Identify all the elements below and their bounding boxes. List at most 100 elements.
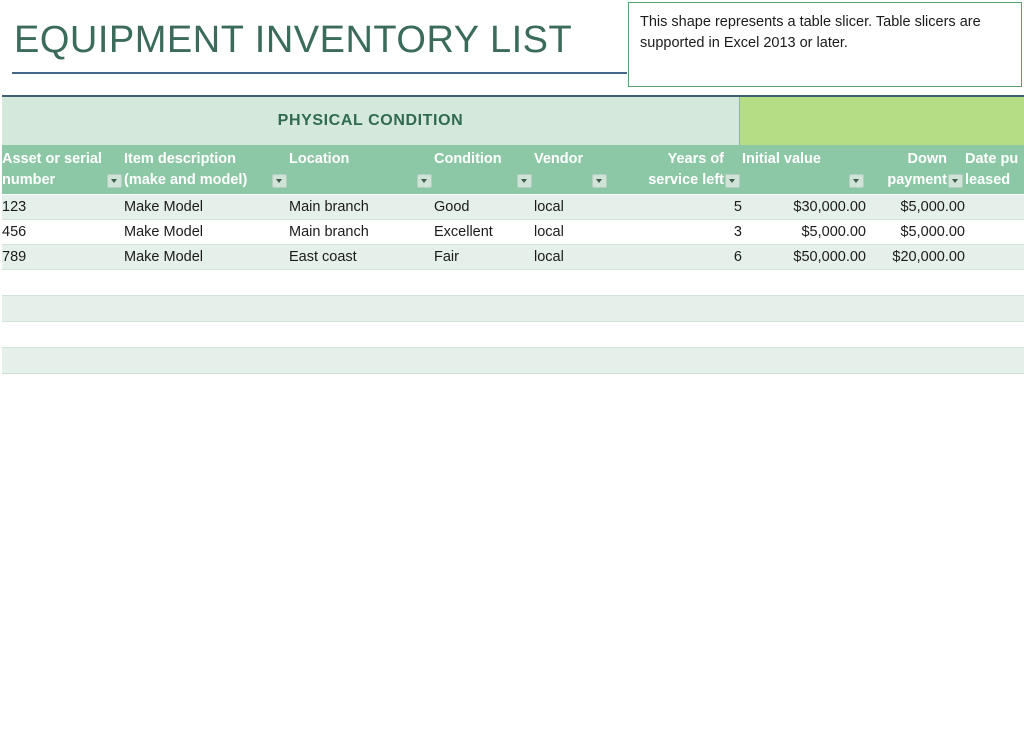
cell-empty xyxy=(289,347,434,374)
cell-empty xyxy=(609,269,742,296)
cell-empty xyxy=(534,347,609,374)
table-header-row: Asset or serial number Item description … xyxy=(2,145,1024,195)
cell-asset: 123 xyxy=(2,194,124,220)
column-header-location[interactable]: Location xyxy=(289,145,434,195)
cell-description: Make Model xyxy=(124,194,289,220)
column-header-line1: Years of xyxy=(667,151,724,167)
cell-date-leased xyxy=(965,219,1024,245)
inventory-table-container: Asset or serial number Item description … xyxy=(2,145,1024,374)
cell-initial-value: $30,000.00 xyxy=(742,194,866,220)
slicer-title: PHYSICAL CONDITION xyxy=(277,112,464,129)
table-row-empty[interactable] xyxy=(2,295,1024,322)
column-header-line2: Location xyxy=(289,151,350,167)
column-header-line2: leased xyxy=(965,172,1011,188)
table-row[interactable]: 123 Make Model Main branch Good local 5 … xyxy=(2,194,1024,220)
cell-years-left: 5 xyxy=(609,194,742,220)
cell-empty xyxy=(534,321,609,348)
cell-date-leased xyxy=(965,194,1024,220)
cell-empty xyxy=(965,347,1024,374)
column-header-line1: Item description xyxy=(124,151,236,167)
slicer-button-area[interactable] xyxy=(741,97,1024,145)
cell-empty xyxy=(2,269,124,296)
column-header-line2: (make and model) xyxy=(124,172,248,188)
cell-empty xyxy=(289,295,434,322)
column-header-vendor[interactable]: Vendor xyxy=(534,145,609,195)
cell-empty xyxy=(742,321,866,348)
cell-down-payment: $5,000.00 xyxy=(866,194,965,220)
slicer-header-pane[interactable]: PHYSICAL CONDITION xyxy=(2,97,740,145)
inventory-table: Asset or serial number Item description … xyxy=(2,145,1024,374)
cell-years-left: 6 xyxy=(609,244,742,270)
cell-empty xyxy=(124,269,289,296)
filter-dropdown-icon-down-payment[interactable] xyxy=(948,174,963,188)
cell-condition: Fair xyxy=(434,244,534,270)
column-header-line2: number xyxy=(2,172,56,188)
column-header-years-left[interactable]: Years of service left xyxy=(609,145,742,195)
filter-dropdown-icon-vendor[interactable] xyxy=(592,174,607,188)
column-header-condition[interactable]: Condition xyxy=(434,145,534,195)
cell-empty xyxy=(866,347,965,374)
table-slicer[interactable]: PHYSICAL CONDITION xyxy=(2,95,1024,145)
cell-empty xyxy=(2,295,124,322)
cell-empty xyxy=(434,321,534,348)
cell-empty xyxy=(866,295,965,322)
cell-location: Main branch xyxy=(289,194,434,220)
callout-text: This shape represents a table slicer. Ta… xyxy=(640,14,981,51)
table-row-empty[interactable] xyxy=(2,321,1024,348)
cell-asset: 456 xyxy=(2,219,124,245)
table-row[interactable]: 456 Make Model Main branch Excellent loc… xyxy=(2,219,1024,245)
table-row-empty[interactable] xyxy=(2,347,1024,374)
filter-dropdown-icon-initial-value[interactable] xyxy=(849,174,864,188)
cell-empty xyxy=(534,269,609,296)
cell-empty xyxy=(609,321,742,348)
cell-down-payment: $20,000.00 xyxy=(866,244,965,270)
cell-empty xyxy=(866,269,965,296)
filter-dropdown-icon-location[interactable] xyxy=(417,174,432,188)
column-header-line2: Vendor xyxy=(534,151,584,167)
table-row-empty[interactable] xyxy=(2,269,1024,296)
title-underline xyxy=(12,72,627,74)
page-title: EQUIPMENT INVENTORY LIST xyxy=(14,19,573,61)
column-header-down-payment[interactable]: Down payment xyxy=(866,145,965,195)
column-header-line1: Asset or serial xyxy=(2,151,102,167)
table-row[interactable]: 789 Make Model East coast Fair local 6 $… xyxy=(2,244,1024,270)
cell-vendor: local xyxy=(534,244,609,270)
cell-empty xyxy=(124,347,289,374)
cell-description: Make Model xyxy=(124,219,289,245)
cell-empty xyxy=(609,347,742,374)
cell-empty xyxy=(965,295,1024,322)
inventory-table-body: 123 Make Model Main branch Good local 5 … xyxy=(2,194,1024,374)
cell-initial-value: $5,000.00 xyxy=(742,219,866,245)
cell-initial-value: $50,000.00 xyxy=(742,244,866,270)
column-header-asset[interactable]: Asset or serial number xyxy=(2,145,124,195)
filter-dropdown-icon-asset[interactable] xyxy=(107,174,122,188)
cell-asset: 789 xyxy=(2,244,124,270)
cell-empty xyxy=(2,321,124,348)
cell-empty xyxy=(2,347,124,374)
filter-dropdown-icon-condition[interactable] xyxy=(517,174,532,188)
column-header-line2: service left xyxy=(648,172,724,188)
cell-empty xyxy=(434,269,534,296)
cell-vendor: local xyxy=(534,219,609,245)
cell-empty xyxy=(609,295,742,322)
cell-empty xyxy=(742,269,866,296)
filter-dropdown-icon-description[interactable] xyxy=(272,174,287,188)
column-header-line2: Initial value xyxy=(742,151,821,167)
cell-empty xyxy=(289,321,434,348)
column-header-date-leased[interactable]: Date pu leased xyxy=(965,145,1024,195)
cell-empty xyxy=(742,347,866,374)
column-header-line2: Condition xyxy=(434,151,502,167)
cell-location: Main branch xyxy=(289,219,434,245)
column-header-initial-value[interactable]: Initial value xyxy=(742,145,866,195)
cell-empty xyxy=(124,321,289,348)
column-header-description[interactable]: Item description (make and model) xyxy=(124,145,289,195)
cell-years-left: 3 xyxy=(609,219,742,245)
slicer-callout-shape[interactable]: This shape represents a table slicer. Ta… xyxy=(628,2,1022,87)
cell-empty xyxy=(289,269,434,296)
cell-empty xyxy=(124,295,289,322)
cell-location: East coast xyxy=(289,244,434,270)
column-header-line1: Date pu xyxy=(965,151,1019,167)
cell-description: Make Model xyxy=(124,244,289,270)
filter-dropdown-icon-years-left[interactable] xyxy=(725,174,740,188)
cell-empty xyxy=(434,295,534,322)
